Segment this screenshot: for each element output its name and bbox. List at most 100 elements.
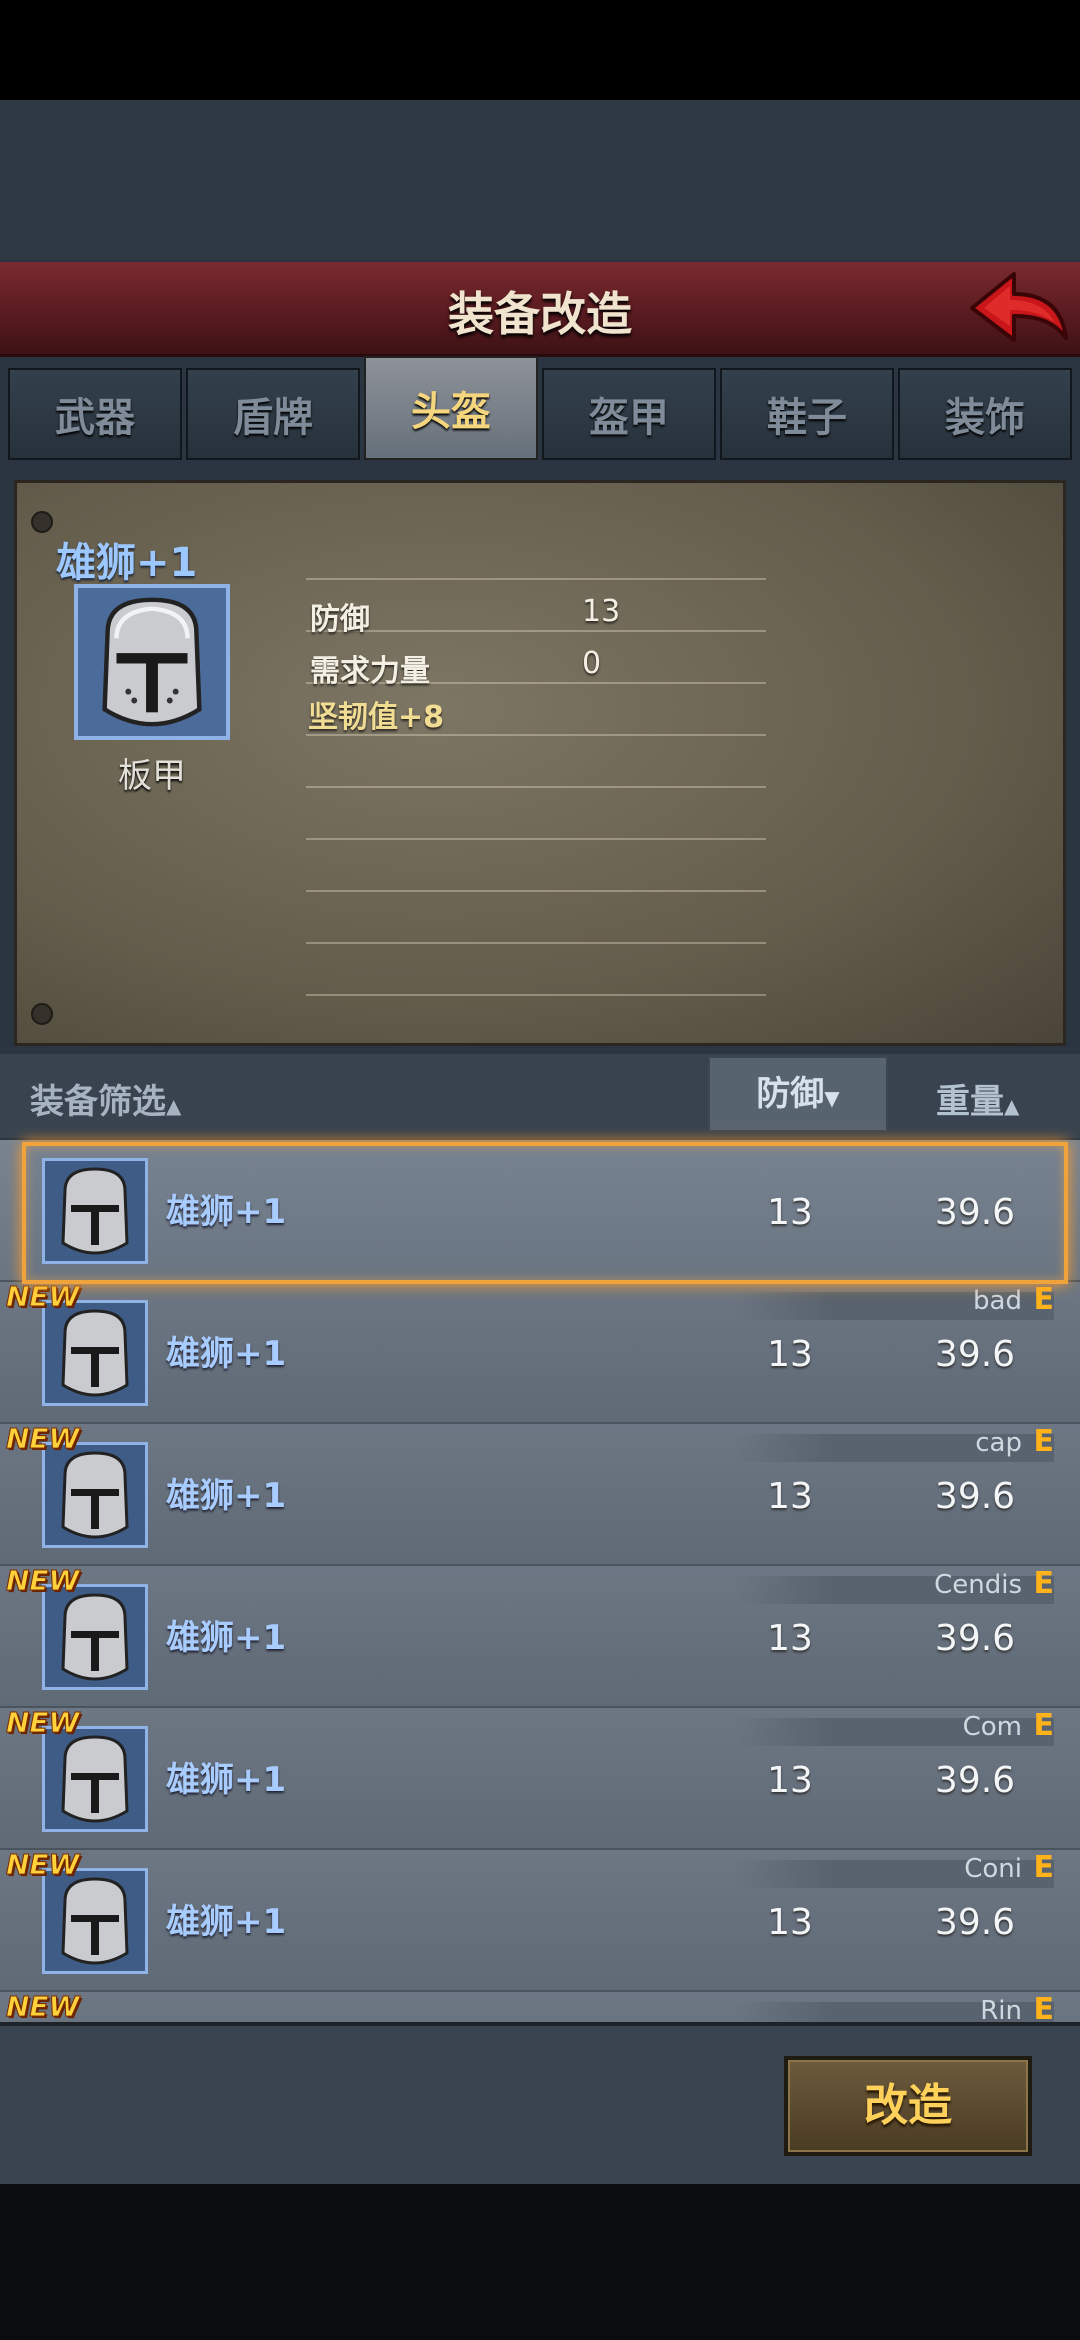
stat-bonus-toughness: 坚韧值+8 [308, 700, 445, 735]
list-item-name: 雄狮+1 [166, 1192, 287, 1232]
selected-item-icon-frame [74, 584, 230, 740]
stat-divider [306, 994, 766, 996]
list-item-icon-frame [42, 1158, 148, 1264]
back-button[interactable] [962, 266, 1072, 356]
list-item-owner: Cendis [934, 1570, 1022, 1600]
title-bar: 装备改造 [0, 262, 1080, 357]
helmet-icon [102, 597, 202, 727]
sort-header: 装备筛选▲ 防御▼ 重量▲ [0, 1054, 1080, 1138]
list-item-defense: 13 [767, 1618, 813, 1659]
list-item-name: 雄狮+1 [166, 1760, 287, 1800]
list-item-defense: 13 [767, 1476, 813, 1517]
stat-divider [306, 838, 766, 840]
stat-divider [306, 942, 766, 944]
list-item[interactable]: Coni E NEW 雄狮+1 13 39.6 [0, 1848, 1080, 1992]
list-item-weight: 39.6 [934, 1476, 1016, 1517]
new-badge: NEW [5, 1990, 80, 2023]
list-item-name: 雄狮+1 [166, 1902, 287, 1942]
list-item-owner: bad [973, 1286, 1022, 1316]
list-item-owner: Rin [980, 1996, 1022, 2022]
tab-accessory[interactable]: 装饰 [898, 368, 1072, 460]
stat-label-strength-req: 需求力量 [310, 654, 430, 689]
list-item-icon-frame [42, 1300, 148, 1406]
list-item-icon-frame [42, 1442, 148, 1548]
list-item-grade: E [1033, 1424, 1055, 1459]
new-badge: NEW [5, 1706, 80, 1740]
list-item[interactable]: cap E NEW 雄狮+1 13 39.6 [0, 1422, 1080, 1566]
new-badge: NEW [5, 1848, 80, 1882]
new-badge: NEW [5, 1422, 80, 1456]
helmet-icon [61, 1451, 129, 1539]
helmet-icon [61, 1735, 129, 1823]
list-item-defense: 13 [767, 1902, 813, 1943]
list-item-weight: 39.6 [934, 1902, 1016, 1943]
page-title: 装备改造 [448, 287, 632, 341]
list-item-weight: 39.6 [934, 1760, 1016, 1801]
stat-divider [306, 630, 766, 632]
bottom-backdrop [0, 2180, 1080, 2340]
sort-up-arrow-icon: ▲ [1004, 1094, 1020, 1118]
stat-value-defense: 13 [582, 594, 621, 629]
list-item-icon-frame [42, 1868, 148, 1974]
sort-defense-label: 防御 [756, 1074, 825, 1114]
list-item[interactable]: Rin E NEW [0, 1990, 1080, 2023]
list-item-grade: E [1033, 1850, 1055, 1885]
helmet-icon [61, 1309, 129, 1397]
new-badge: NEW [5, 1280, 80, 1314]
list-item[interactable]: Cendis E NEW 雄狮+1 13 39.6 [0, 1564, 1080, 1708]
list-item-weight: 39.6 [934, 1618, 1016, 1659]
sort-defense-button[interactable]: 防御▼ [708, 1056, 888, 1132]
sort-weight-label: 重量 [936, 1082, 1004, 1122]
list-item[interactable]: Com E NEW 雄狮+1 13 39.6 [0, 1706, 1080, 1850]
selected-item-name: 雄狮+1 [56, 540, 198, 586]
footer-bar: 改造 [0, 2022, 1080, 2184]
list-item-name: 雄狮+1 [166, 1618, 287, 1658]
top-backdrop [0, 100, 1080, 260]
sort-weight-button[interactable]: 重量▲ [936, 1074, 1019, 1123]
list-item-grade: E [1033, 1282, 1055, 1317]
helmet-icon [61, 1877, 129, 1965]
back-arrow-icon [970, 272, 1068, 342]
sort-up-arrow-icon: ▲ [166, 1094, 182, 1118]
list-item-owner: cap [975, 1428, 1022, 1458]
list-item-icon-frame [42, 1726, 148, 1832]
list-item-grade: E [1033, 1992, 1055, 2022]
list-item-icon-frame [42, 1584, 148, 1690]
filter-label-text: 装备筛选 [30, 1082, 166, 1122]
tab-helmet[interactable]: 头盔 [364, 356, 538, 460]
stat-value-strength-req: 0 [582, 646, 602, 681]
rivet-decoration [31, 1003, 53, 1025]
tab-boots[interactable]: 鞋子 [720, 368, 894, 460]
rivet-decoration [31, 511, 53, 533]
helmet-icon [61, 1593, 129, 1681]
screen: 装备改造 武器 盾牌 头盔 盔甲 鞋子 装饰 雄狮+1 板甲 防御 13 需求力… [0, 0, 1080, 2340]
list-item-owner: Coni [964, 1854, 1022, 1884]
tab-armor[interactable]: 盔甲 [542, 368, 716, 460]
equipment-list: 雄狮+1 13 39.6 bad E NEW 雄狮+1 13 39.6 cap … [0, 1140, 1080, 2022]
list-item-name: 雄狮+1 [166, 1334, 287, 1374]
sort-down-arrow-icon: ▼ [824, 1086, 840, 1110]
list-item-grade: E [1033, 1566, 1055, 1601]
helmet-icon [61, 1167, 129, 1255]
modify-button[interactable]: 改造 [784, 2056, 1032, 2156]
equipment-filter-button[interactable]: 装备筛选▲ [30, 1074, 181, 1123]
list-item-weight: 39.6 [934, 1334, 1016, 1375]
new-badge: NEW [5, 1564, 80, 1598]
list-item-grade: E [1033, 1708, 1055, 1743]
category-tabs: 武器 盾牌 头盔 盔甲 鞋子 装饰 [8, 356, 1072, 460]
stat-divider [306, 890, 766, 892]
stat-divider [306, 786, 766, 788]
list-item-weight: 39.6 [934, 1192, 1016, 1233]
list-item-defense: 13 [767, 1334, 813, 1375]
tab-shield[interactable]: 盾牌 [186, 368, 360, 460]
list-item-name: 雄狮+1 [166, 1476, 287, 1516]
list-item-defense: 13 [767, 1760, 813, 1801]
list-item[interactable]: 雄狮+1 13 39.6 [0, 1140, 1080, 1282]
stat-label-defense: 防御 [310, 602, 370, 637]
list-item[interactable]: bad E NEW 雄狮+1 13 39.6 [0, 1280, 1080, 1424]
selected-item-type: 板甲 [118, 756, 186, 796]
stat-divider [306, 578, 766, 580]
list-item-defense: 13 [767, 1192, 813, 1233]
list-item-owner: Com [962, 1712, 1022, 1742]
tab-weapon[interactable]: 武器 [8, 368, 182, 460]
